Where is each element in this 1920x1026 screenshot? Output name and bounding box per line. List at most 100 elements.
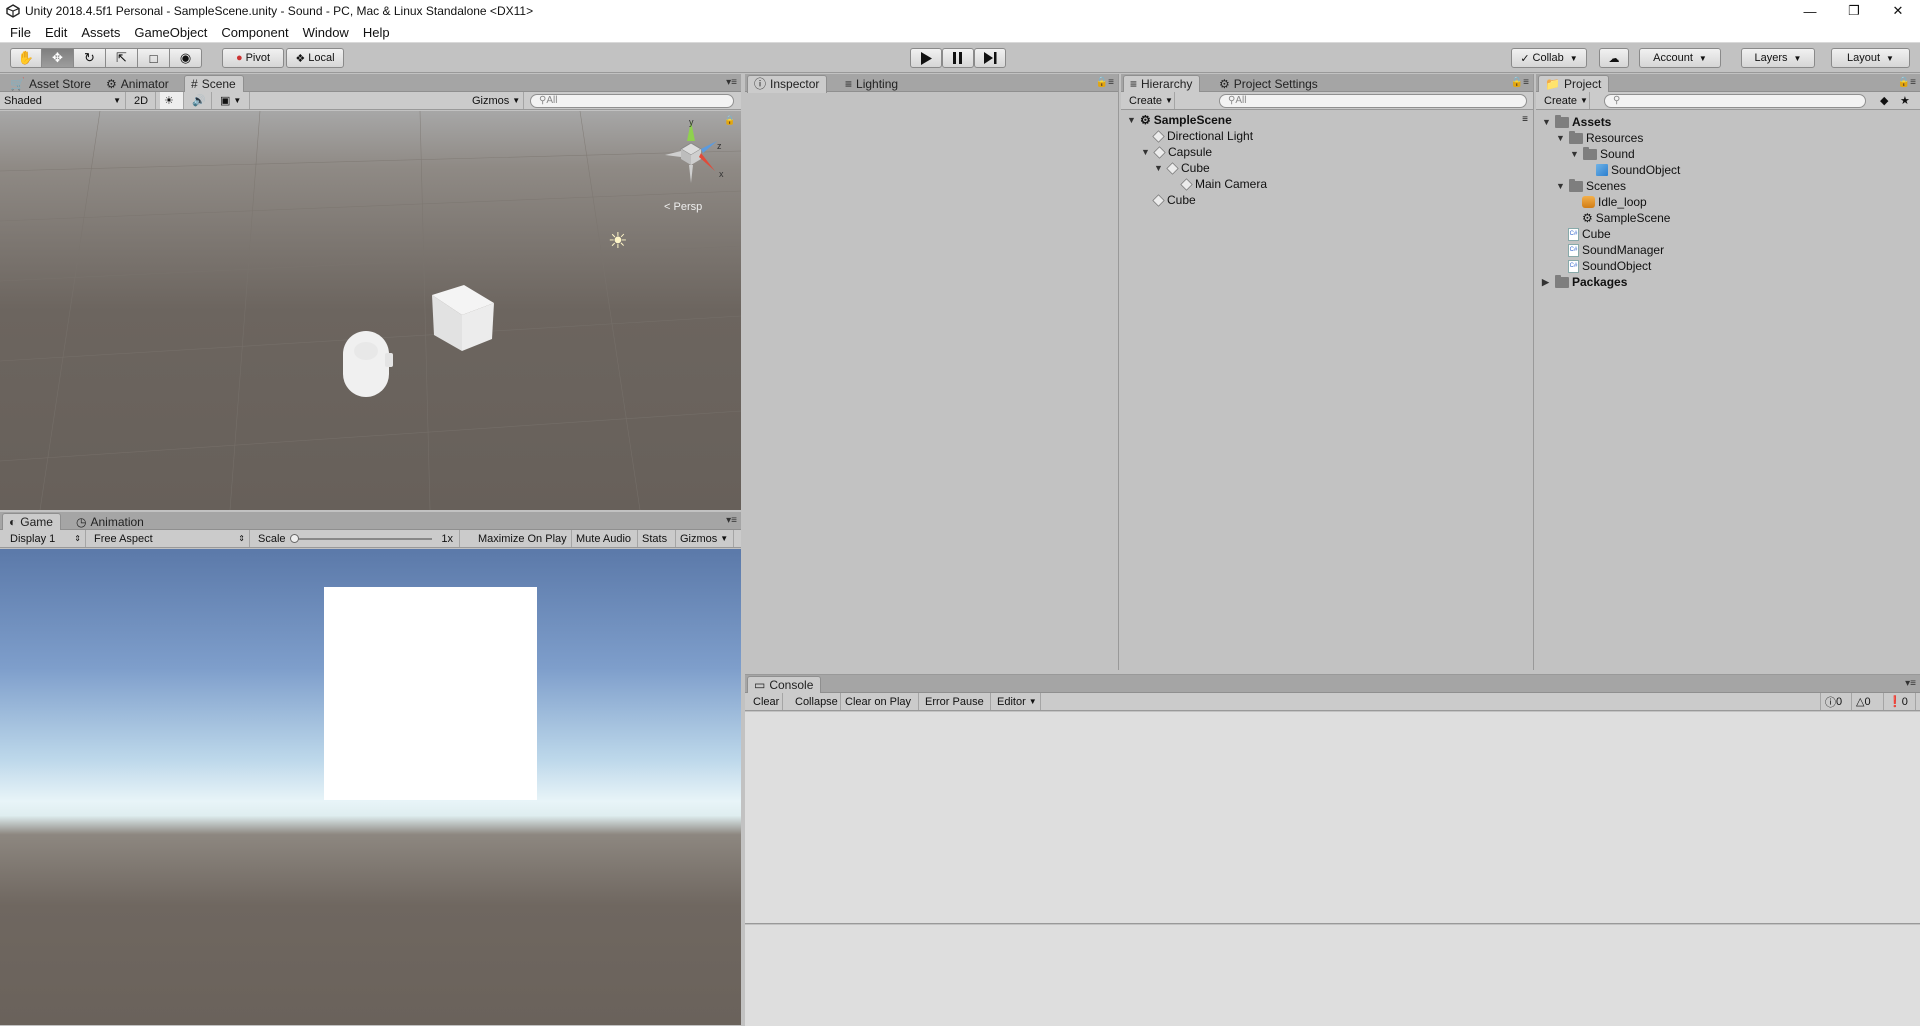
panel-menu-icon[interactable]: ▾≡: [726, 515, 737, 526]
hierarchy-create-button[interactable]: Create ▼: [1125, 92, 1175, 109]
hierarchy-item-cube-child[interactable]: ▼ Cube: [1154, 160, 1210, 176]
project-item-soundobject-script[interactable]: C# SoundObject: [1568, 258, 1651, 274]
scale-slider[interactable]: Scale 1x: [254, 530, 460, 547]
scene-viewport[interactable]: y z x 🔒 < Persp ☀: [0, 111, 741, 510]
play-button[interactable]: [910, 48, 942, 68]
console-info-toggle[interactable]: ⓘ 0: [1820, 693, 1852, 710]
transform-tool-icon[interactable]: ◉: [170, 48, 202, 68]
game-view[interactable]: [0, 549, 741, 1025]
collab-button[interactable]: ✓ Collab ▼: [1511, 48, 1587, 68]
panel-menu-icon[interactable]: ▾≡: [1905, 678, 1916, 689]
tab-animation[interactable]: ◷ Animation: [70, 514, 151, 530]
menu-gameobject[interactable]: GameObject: [127, 23, 214, 42]
project-item-cube-script[interactable]: C# Cube: [1568, 226, 1611, 242]
maximize-on-play-toggle[interactable]: Maximize On Play: [474, 530, 572, 547]
scene-gizmo[interactable]: y z x: [655, 119, 735, 189]
scene-cube[interactable]: [428, 283, 496, 353]
menu-help[interactable]: Help: [356, 23, 397, 42]
lock-menu-icon[interactable]: 🔒≡: [1511, 77, 1529, 88]
project-search-input[interactable]: ⚲: [1604, 94, 1866, 108]
panel-menu-icon[interactable]: ▾≡: [726, 77, 737, 88]
menu-window[interactable]: Window: [296, 23, 356, 42]
console-clear-button[interactable]: Clear: [749, 693, 783, 710]
console-collapse-button[interactable]: Collapse: [791, 693, 841, 710]
pivot-button[interactable]: ● Pivot: [222, 48, 284, 68]
tab-game[interactable]: ◐ Game: [2, 513, 61, 531]
project-item-idle-loop[interactable]: Idle_loop: [1582, 194, 1647, 210]
layers-button[interactable]: Layers ▼: [1741, 48, 1815, 68]
menu-file[interactable]: File: [3, 23, 38, 42]
rotate-tool-icon[interactable]: ↻: [74, 48, 106, 68]
project-item-sound[interactable]: ▼ Sound: [1570, 146, 1635, 162]
mute-audio-toggle[interactable]: Mute Audio: [572, 530, 638, 547]
game-gizmos-dropdown[interactable]: Gizmos ▼: [676, 530, 734, 547]
console-error-toggle[interactable]: ❗ 0: [1884, 693, 1916, 710]
project-item-resources[interactable]: ▼ Resources: [1556, 130, 1643, 146]
scene-capsule[interactable]: [340, 329, 396, 399]
lock-menu-icon[interactable]: 🔒≡: [1096, 77, 1114, 88]
display-dropdown[interactable]: Display 1 ⇕: [6, 530, 86, 547]
tab-animator[interactable]: ⚙ Animator: [100, 76, 176, 92]
tab-inspector[interactable]: ⓘ Inspector: [747, 75, 828, 93]
filter-type-icon[interactable]: ◆: [1876, 92, 1894, 109]
hierarchy-item-directional-light[interactable]: Directional Light: [1152, 128, 1253, 144]
step-button[interactable]: [974, 48, 1006, 68]
console-warning-toggle[interactable]: △ 0: [1852, 693, 1884, 710]
tab-console[interactable]: ▭ Console: [747, 676, 822, 694]
project-create-button[interactable]: Create ▼: [1540, 92, 1590, 109]
lock-menu-icon[interactable]: 🔒≡: [1898, 77, 1916, 88]
local-button[interactable]: ❖ Local: [286, 48, 344, 68]
scene-menu-icon[interactable]: ≡: [1522, 112, 1528, 128]
hierarchy-item-cube[interactable]: Cube: [1152, 192, 1196, 208]
hierarchy-item-main-camera[interactable]: Main Camera: [1180, 176, 1267, 192]
hand-tool-icon[interactable]: ✋: [10, 48, 42, 68]
console-error-pause-button[interactable]: Error Pause: [921, 693, 991, 710]
audio-toggle-icon[interactable]: 🔊: [188, 92, 212, 109]
cloud-button[interactable]: ☁: [1599, 48, 1629, 68]
account-button[interactable]: Account ▼: [1639, 48, 1721, 68]
project-item-soundobject-prefab[interactable]: SoundObject: [1596, 162, 1680, 178]
tab-lighting[interactable]: ≡ Lighting: [839, 76, 905, 92]
menu-edit[interactable]: Edit: [38, 23, 74, 42]
console-editor-dropdown[interactable]: Editor ▼: [993, 693, 1041, 710]
aspect-dropdown[interactable]: Free Aspect ⇕: [90, 530, 250, 547]
tab-project[interactable]: 📁 Project: [1538, 75, 1610, 93]
directional-light-icon[interactable]: ☀: [608, 228, 628, 254]
close-icon[interactable]: ✕: [1876, 0, 1920, 22]
console-log-list[interactable]: [745, 712, 1920, 924]
persp-label[interactable]: < Persp: [664, 201, 702, 213]
project-item-soundmanager[interactable]: C# SoundManager: [1568, 242, 1664, 258]
layout-button[interactable]: Layout ▼: [1831, 48, 1910, 68]
filter-label-icon[interactable]: ★: [1896, 92, 1914, 109]
menu-assets[interactable]: Assets: [74, 23, 127, 42]
restore-icon[interactable]: ❐: [1832, 0, 1876, 22]
tab-hierarchy[interactable]: ≡ Hierarchy: [1123, 75, 1201, 93]
slider-handle[interactable]: [290, 534, 299, 543]
pause-button[interactable]: [942, 48, 974, 68]
hierarchy-search-input[interactable]: ⚲All: [1219, 94, 1527, 108]
project-item-samplescene[interactable]: ⚙ SampleScene: [1582, 210, 1670, 226]
2d-toggle[interactable]: 2D: [130, 92, 156, 109]
hierarchy-item-capsule[interactable]: ▼ Capsule: [1141, 144, 1212, 160]
lighting-toggle-icon[interactable]: ☀: [160, 92, 184, 109]
tab-scene[interactable]: # Scene: [184, 75, 244, 93]
lock-icon[interactable]: 🔒: [724, 115, 735, 126]
effects-dropdown-icon[interactable]: ▣ ▼: [216, 92, 250, 109]
project-item-assets[interactable]: ▼ Assets: [1542, 114, 1611, 130]
console-clear-on-play-button[interactable]: Clear on Play: [841, 693, 919, 710]
scene-row[interactable]: ▼ ⚙ SampleScene ≡: [1127, 112, 1530, 128]
menu-component[interactable]: Component: [214, 23, 295, 42]
project-item-scenes[interactable]: ▼ Scenes: [1556, 178, 1626, 194]
scale-tool-icon[interactable]: ⇱: [106, 48, 138, 68]
scene-search-input[interactable]: ⚲All: [530, 94, 734, 108]
tab-asset-store[interactable]: 🛒 Asset Store: [4, 76, 98, 92]
project-item-packages[interactable]: ▶ Packages: [1542, 274, 1627, 290]
console-detail-area[interactable]: [745, 925, 1920, 1026]
minimize-icon[interactable]: —: [1788, 0, 1832, 22]
shading-dropdown[interactable]: Shaded ▼: [0, 92, 126, 109]
tab-project-settings[interactable]: ⚙ Project Settings: [1213, 76, 1325, 92]
move-tool-icon[interactable]: ✥: [42, 48, 74, 68]
stats-toggle[interactable]: Stats: [638, 530, 676, 547]
rect-tool-icon[interactable]: □: [138, 48, 170, 68]
gizmos-dropdown[interactable]: Gizmos ▼: [468, 92, 524, 109]
